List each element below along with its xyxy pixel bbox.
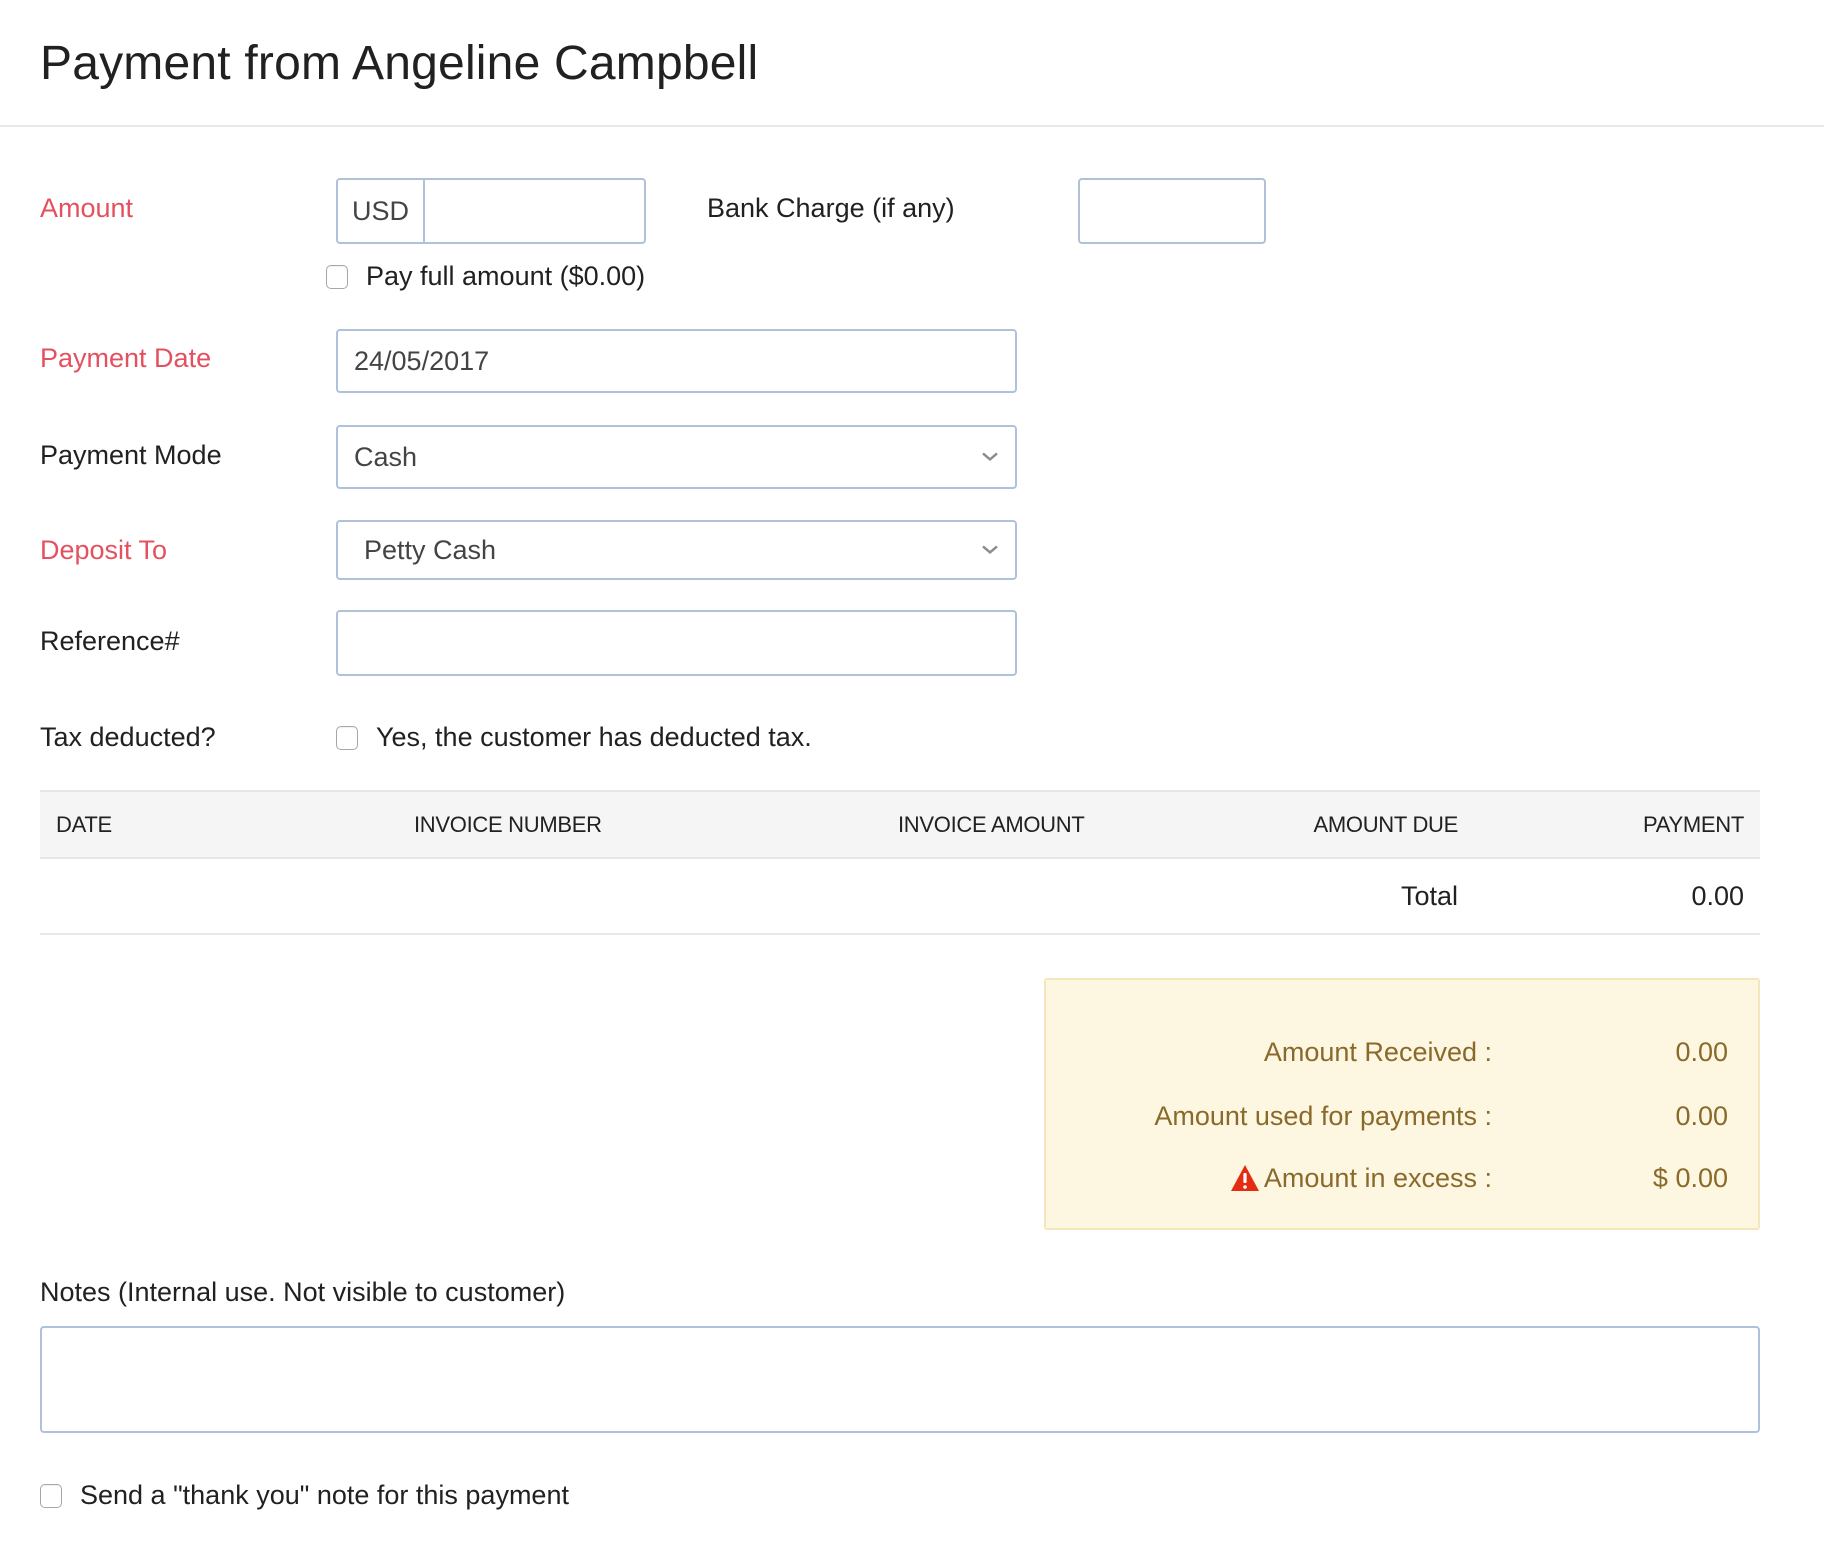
page-title: Payment from Angeline Campbell <box>40 37 759 90</box>
deposit-to-select[interactable]: Petty Cash <box>336 520 1017 580</box>
currency-prefix: USD <box>338 180 425 242</box>
payment-mode-value: Cash <box>354 441 418 472</box>
pay-full-amount-checkbox[interactable] <box>326 264 348 289</box>
chevron-down-icon <box>981 438 999 469</box>
bank-charge-input[interactable] <box>1078 178 1266 244</box>
amount-excess-label-group: Amount in excess : <box>1230 1158 1492 1198</box>
total-value: 0.00 <box>1691 880 1744 911</box>
amount-excess-label: Amount in excess : <box>1263 1162 1492 1193</box>
pay-full-amount-label: Pay full amount ($0.00) <box>366 261 646 291</box>
invoice-total-row: Total 0.00 <box>40 859 1760 935</box>
column-header-invoice-amount: INVOICE AMOUNT <box>898 811 1085 837</box>
summary-amount-used: Amount used for payments : 0.00 <box>1046 1096 1758 1136</box>
thank-you-note-checkbox[interactable] <box>40 1483 62 1508</box>
reference-label: Reference# <box>40 626 180 656</box>
thank-you-note-option[interactable]: Send a "thank you" note for this payment <box>40 1480 569 1511</box>
tax-deducted-option[interactable]: Yes, the customer has deducted tax. <box>336 722 812 753</box>
column-header-date: DATE <box>56 811 112 837</box>
deposit-to-value: Petty Cash <box>364 534 497 565</box>
chevron-down-icon <box>981 531 999 562</box>
amount-used-value: 0.00 <box>1675 1100 1728 1131</box>
tax-deducted-checkbox[interactable] <box>336 725 358 750</box>
amount-label: Amount <box>40 193 134 223</box>
amount-used-label: Amount used for payments : <box>1154 1100 1492 1131</box>
payment-summary-box: Amount Received : 0.00 Amount used for p… <box>1044 978 1760 1230</box>
payment-date-input[interactable]: 24/05/2017 <box>336 329 1017 393</box>
amount-excess-value: $ 0.00 <box>1652 1162 1728 1193</box>
warning-triangle-icon <box>1230 1164 1260 1192</box>
bank-charge-label: Bank Charge (if any) <box>707 193 955 223</box>
notes-label: Notes (Internal use. Not visible to cust… <box>40 1277 566 1307</box>
amount-field-group: USD <box>336 178 646 244</box>
summary-amount-excess: Amount in excess : $ 0.00 <box>1046 1158 1758 1198</box>
tax-deducted-label: Tax deducted? <box>40 722 216 752</box>
payment-mode-select[interactable]: Cash <box>336 425 1017 489</box>
reference-input[interactable] <box>336 610 1017 676</box>
amount-received-value: 0.00 <box>1675 1036 1728 1067</box>
invoice-table-header: DATE INVOICE NUMBER INVOICE AMOUNT AMOUN… <box>40 790 1760 859</box>
tax-deducted-option-label: Yes, the customer has deducted tax. <box>376 722 812 752</box>
summary-amount-received: Amount Received : 0.00 <box>1046 1032 1758 1072</box>
column-header-payment: PAYMENT <box>1643 811 1744 837</box>
total-label: Total <box>1400 880 1458 911</box>
amount-input[interactable] <box>425 180 644 242</box>
payment-mode-label: Payment Mode <box>40 440 222 470</box>
payment-date-label: Payment Date <box>40 343 212 373</box>
notes-textarea[interactable] <box>40 1326 1760 1433</box>
payment-date-value: 24/05/2017 <box>354 345 490 376</box>
pay-full-amount-option[interactable]: Pay full amount ($0.00) <box>326 261 645 292</box>
deposit-to-label: Deposit To <box>40 535 168 565</box>
title-divider <box>0 125 1824 127</box>
column-header-amount-due: AMOUNT DUE <box>1313 811 1459 837</box>
thank-you-note-label: Send a "thank you" note for this payment <box>80 1480 569 1510</box>
amount-received-label: Amount Received : <box>1263 1036 1492 1067</box>
column-header-invoice-number: INVOICE NUMBER <box>414 811 602 837</box>
